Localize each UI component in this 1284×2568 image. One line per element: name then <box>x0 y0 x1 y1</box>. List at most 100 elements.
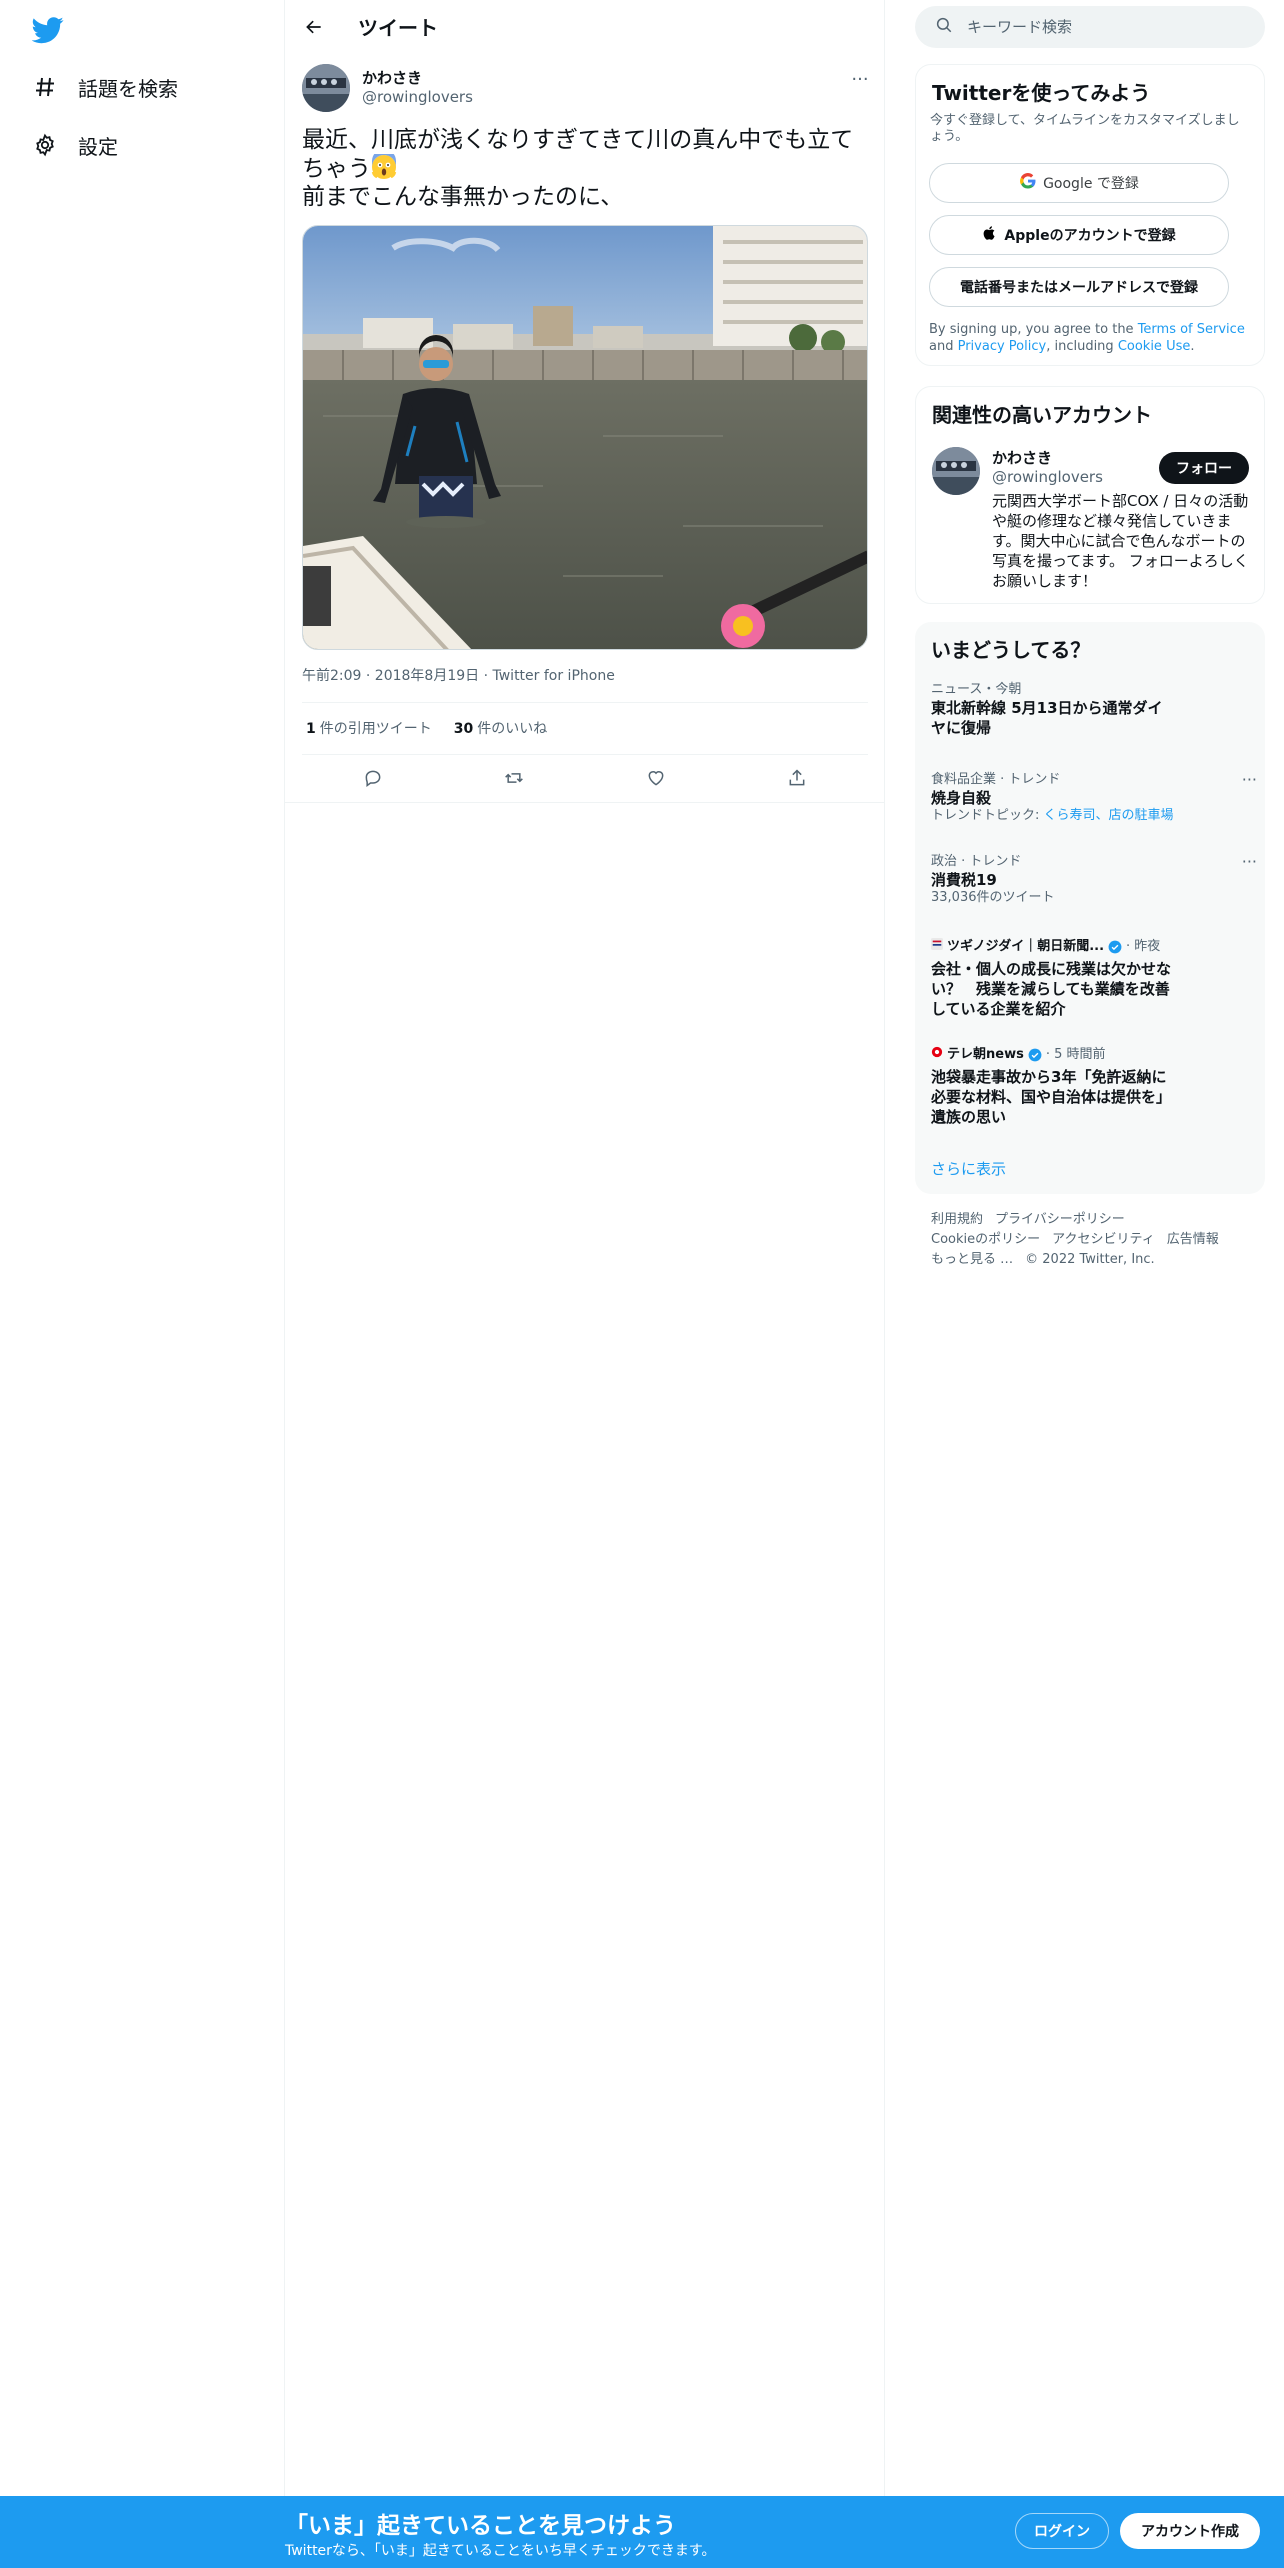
related-accounts-title: 関連性の高いアカウント <box>932 403 1152 427</box>
login-button[interactable]: ログイン <box>1015 2513 1109 2549</box>
privacy-policy-link[interactable]: Privacy Policy <box>958 339 1047 354</box>
news-headline: 会社・個人の成長に残業は欠かせない？ 残業を減らしても業績を改善している企業を紹… <box>931 960 1172 1018</box>
footer-link[interactable]: 利用規約 <box>931 1212 983 1227</box>
trends-card: いまどうしてる？ ニュース・今朝 東北新幹線 5月13日から通常ダイヤに復帰 食… <box>915 622 1265 1194</box>
apple-logo-icon <box>982 225 998 245</box>
trend-topics-link[interactable]: くら寿司、店の駐車場 <box>1044 808 1174 823</box>
cookie-use-link[interactable]: Cookie Use <box>1118 339 1191 354</box>
apple-signup-label: Appleのアカウントで登録 <box>1004 228 1176 244</box>
author-name[interactable]: かわさき <box>362 67 422 88</box>
tweet-text-line2: ちゃう <box>302 149 872 183</box>
related-account-name[interactable]: かわさき <box>992 447 1052 468</box>
news-time: · 昨夜 <box>1126 938 1161 954</box>
tweet-timestamp[interactable]: 午前2:09 · 2018年8月19日 · Twitter for iPhone <box>302 665 615 685</box>
tweet-photo[interactable] <box>302 225 868 650</box>
nav-explore-label: 話題を検索 <box>78 76 178 101</box>
like-heart-icon[interactable] <box>638 760 674 796</box>
phone-email-signup-button[interactable]: 電話番号またはメールアドレスで登録 <box>929 267 1229 307</box>
left-navigation: 話題を検索 設定 <box>0 0 285 2568</box>
tweet-text-line3: 前までこんな事無かったのに、 <box>302 184 624 210</box>
trend-name: 消費税19 <box>931 871 997 889</box>
tweet-actions <box>302 760 868 796</box>
verified-badge-icon <box>1028 1048 1042 1062</box>
news-source-name: ツギノジダイ｜朝日新聞... <box>947 938 1105 954</box>
signup-button[interactable]: アカウント作成 <box>1120 2513 1260 2549</box>
news-source-icon <box>931 938 943 955</box>
news-headline: 池袋暴走事故から3年「免許返納に必要な材料、国や自治体は提供を」 遺族の思い <box>931 1068 1179 1126</box>
footer-link[interactable]: 広告情報 <box>1167 1232 1219 1247</box>
search-input[interactable] <box>967 18 1227 36</box>
bottom-bar-title: 「いま」起きていることを見つけよう <box>285 2513 676 2539</box>
trend-item[interactable]: 政治 · トレンド 消費税19 33,036件のツイート ··· <box>931 852 1257 906</box>
google-logo-icon <box>1019 172 1037 194</box>
related-accounts-card: 関連性の高いアカウント かわさき @rowinglovers フォロー 元関西大… <box>915 386 1265 604</box>
related-account-handle[interactable]: @rowinglovers <box>992 468 1103 486</box>
scream-emoji-icon <box>371 149 397 180</box>
footer-link[interactable]: もっと見る … <box>931 1252 1013 1267</box>
nav-settings[interactable]: 設定 <box>32 125 118 165</box>
trend-context: ニュース・今朝 <box>931 682 1022 697</box>
tweet-text-line2-text: ちゃう <box>302 156 371 182</box>
follow-button[interactable]: フォロー <box>1159 452 1249 484</box>
google-signup-button[interactable]: Google で登録 <box>929 163 1229 203</box>
trend-name: 焼身自殺 <box>931 789 992 807</box>
trend-item[interactable]: 食料品企業 · トレンド 焼身自殺 トレンドトピック: くら寿司、店の駐車場 ·… <box>931 770 1257 824</box>
likes-stat[interactable]: 30 件のいいね <box>454 718 547 738</box>
more-options-icon[interactable]: ··· <box>845 64 875 94</box>
search-bar[interactable] <box>915 6 1265 48</box>
signup-card-title: Twitterを使ってみよう <box>932 81 1151 105</box>
author-handle[interactable]: @rowinglovers <box>362 88 473 106</box>
footer-link[interactable]: アクセシビリティ <box>1052 1232 1155 1247</box>
terms-prefix: By signing up, you agree to the <box>929 322 1138 337</box>
reply-icon[interactable] <box>355 760 391 796</box>
phone-email-signup-label: 電話番号またはメールアドレスで登録 <box>960 280 1198 296</box>
terms-end: . <box>1190 339 1195 354</box>
news-item[interactable]: テレ朝news · 5 時間前 池袋暴走事故から3年「免許返納に必要な材料、国や… <box>931 1046 1251 1127</box>
quote-tweets-stat[interactable]: 1 件の引用ツイート <box>306 718 432 738</box>
footer-link[interactable]: プライバシーポリシー <box>995 1212 1125 1227</box>
divider <box>302 754 868 755</box>
search-icon <box>935 16 953 38</box>
like-label: 件のいいね <box>477 721 548 737</box>
footer-links: 利用規約 プライバシーポリシー Cookieのポリシー アクセシビリティ 広告情報 も… <box>931 1210 1251 1270</box>
more-options-icon[interactable]: ··· <box>1242 770 1257 789</box>
trend-topics: トレンドトピック: くら寿司、店の駐車場 <box>931 808 1251 824</box>
divider <box>285 802 885 803</box>
gear-icon <box>32 132 58 158</box>
nav-explore[interactable]: 話題を検索 <box>32 67 178 107</box>
verified-badge-icon <box>1108 940 1122 954</box>
avatar[interactable] <box>302 64 350 112</box>
nav-settings-label: 設定 <box>78 134 118 159</box>
twitter-bird-icon[interactable] <box>31 14 64 46</box>
tweet-text: 最近、川底が浅くなりすぎてきて川の真ん中でも立て ちゃう 前までこんな事無かった… <box>302 126 872 211</box>
news-time: · 5 時間前 <box>1045 1046 1106 1062</box>
signup-card-subtitle: 今すぐ登録して、タイムラインをカスタマイズしましょう。 <box>930 113 1240 144</box>
trends-title: いまどうしてる？ <box>931 638 1091 662</box>
trend-topics-prefix: トレンドトピック: <box>931 808 1044 823</box>
avatar[interactable] <box>932 447 980 495</box>
apple-signup-button[interactable]: Appleのアカウントで登録 <box>929 215 1229 255</box>
related-account-bio: 元関西大学ボート部COX / 日々の活動や艇の修理など様々発信していきます。関大… <box>992 492 1249 590</box>
share-icon[interactable] <box>779 760 815 796</box>
news-item[interactable]: ツギノジダイ｜朝日新聞... · 昨夜 会社・個人の成長に残業は欠かせない？ 残… <box>931 938 1251 1019</box>
tweet-text-line1: 最近、川底が浅くなりすぎてきて川の真ん中でも立て <box>302 127 854 153</box>
back-arrow-icon[interactable] <box>299 12 329 42</box>
terms-and: and <box>929 339 958 354</box>
news-source: テレ朝news · 5 時間前 <box>931 1046 1251 1063</box>
show-more-link[interactable]: さらに表示 <box>931 1158 1006 1179</box>
like-count: 30 <box>453 721 474 737</box>
trend-item[interactable]: ニュース・今朝 東北新幹線 5月13日から通常ダイヤに復帰 <box>931 682 1251 738</box>
bottom-bar-subtitle: Twitterなら、「いま」起きていることをいち早くチェックできます。 <box>285 2543 716 2559</box>
tweet-column: ツイート かわさき @rowinglovers ··· 最近、川底が浅くなりすぎ… <box>285 0 885 2568</box>
news-source-icon <box>931 1046 943 1063</box>
trend-context: 食料品企業 · トレンド <box>931 772 1061 787</box>
divider <box>302 702 868 703</box>
footer-link[interactable]: Cookieのポリシー <box>931 1232 1040 1247</box>
copyright: © 2022 Twitter, Inc. <box>1025 1252 1155 1267</box>
tweet-stats: 1 件の引用ツイート 30 件のいいね <box>306 718 547 738</box>
header: ツイート <box>285 0 885 53</box>
signup-card: Twitterを使ってみよう 今すぐ登録して、タイムラインをカスタマイズしましょ… <box>915 64 1265 366</box>
terms-of-service-link[interactable]: Terms of Service <box>1138 322 1245 337</box>
more-options-icon[interactable]: ··· <box>1242 852 1257 871</box>
retweet-icon[interactable] <box>496 760 532 796</box>
